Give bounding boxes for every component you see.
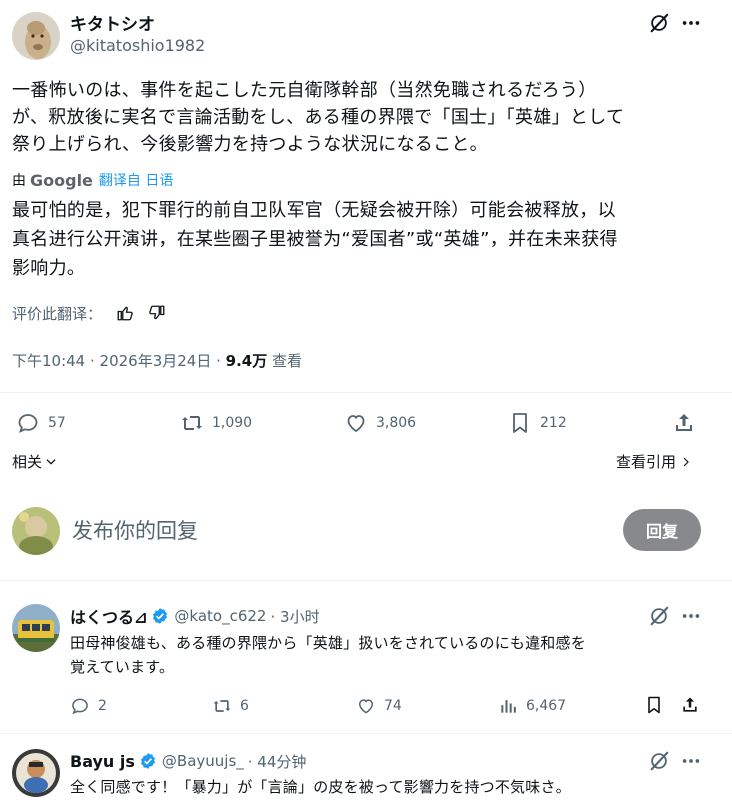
reply-text: 全く同感です！「暴力」が「言論」の皮を被って影響力を持つ不気味さ。 [70,775,720,799]
translate-from-link[interactable]: 翻译自 日语 [99,170,173,190]
rate-translation-label: 评价此翻译： [12,304,103,323]
related-dropdown[interactable]: 相关 [12,451,58,472]
divider [0,392,732,393]
related-label: 相关 [12,453,43,471]
reply-icon [16,411,40,435]
reply-avatar[interactable] [12,604,60,652]
verified-badge-icon [151,607,169,625]
grok-icon[interactable] [648,605,670,627]
share-icon[interactable] [680,695,700,715]
reply-compose-input[interactable]: 发布你的回复 [72,515,198,545]
reply-avatar[interactable] [12,749,60,797]
reply-time[interactable]: · 3小时 [270,606,319,627]
reply-icon [70,696,90,716]
my-avatar[interactable] [12,507,60,555]
reply-header: はくつる⊿ @kato_c622 · 3小时 [70,605,320,627]
more-options-icon[interactable] [680,750,702,772]
reply-like-action[interactable]: 74 [356,695,402,717]
retweet-action[interactable]: 1,090 [180,411,252,435]
grok-icon[interactable] [648,750,670,772]
retweet-count: 6 [240,698,249,714]
reply-header: Bayu js @Bayuujs_ · 44分钟 [70,750,306,772]
rate-translation: 评价此翻译： [12,302,166,324]
chevron-right-icon [680,455,692,469]
bookmark-icon[interactable] [644,695,664,715]
more-options-icon[interactable] [680,12,702,34]
author-handle[interactable]: @kitatoshio1982 [70,36,205,55]
retweet-icon [212,696,232,716]
reply-button[interactable]: 回复 [623,509,701,551]
translated-text-line: 真名进行公开演讲，在某些圈子里被誉为“爱国者”或“英雄”，并在未来获得 [12,229,618,250]
heart-icon [344,411,368,435]
heart-icon [356,696,376,716]
reply-text-line: 全く同感です！「暴力」が「言論」の皮を被って影響力を持つ不気味さ。 [70,778,571,796]
reply-count: 2 [98,698,107,714]
reply-time[interactable]: · 44分钟 [248,751,307,772]
bookmark-count: 212 [540,415,567,431]
views-count: 9.4万 [225,352,268,370]
thumbs-up-icon[interactable] [116,304,134,322]
share-icon[interactable] [672,411,696,435]
reply-author-handle[interactable]: @kato_c622 [174,607,266,625]
divider [0,733,732,734]
post-text-line: 一番怖いのは、事件を起こした元自衛隊幹部（当然免職されるだろう） [12,80,597,101]
reply-retweet-action[interactable]: 6 [212,695,249,717]
views-label: 查看 [267,352,303,370]
like-count: 3,806 [376,415,417,431]
view-quotes-link[interactable]: 查看引用 [616,451,692,472]
post-text-line: 祭り上げられ、今後影響力を持つような状況になること。 [12,134,488,155]
divider [0,580,732,581]
translation-attribution: 由 Google 翻译自 日语 [12,170,173,190]
retweet-count: 1,090 [212,415,253,431]
reply-reply-action[interactable]: 2 [70,695,107,717]
author-name[interactable]: キタトシオ [70,10,155,35]
bookmark-action[interactable]: 212 [508,411,567,435]
reply-author-handle[interactable]: @Bayuujs_ [162,752,244,770]
retweet-icon [180,411,204,435]
author-avatar[interactable] [12,12,60,60]
reply-action[interactable]: 57 [16,411,66,435]
thumbs-down-icon[interactable] [148,304,166,322]
reply-author-name[interactable]: Bayu js [70,752,135,771]
post-text-line: が、釈放後に実名で言論活動をし、ある種の界隈で「国士」「英雄」として [12,107,625,128]
translated-text: 最可怕的是，犯下罪行的前自卫队军官（无疑会被开除）可能会被释放，以 真名进行公开… [12,196,722,283]
verified-badge-icon [139,752,157,770]
like-count: 74 [384,698,402,714]
reply-text-line: 田母神俊雄も、ある種の界隈から「英雄」扱いをされているのにも違和感を [70,634,586,652]
more-options-icon[interactable] [680,605,702,627]
view-quotes-label: 查看引用 [616,453,677,471]
reply-count: 57 [48,415,66,431]
post-text: 一番怖いのは、事件を起こした元自衛隊幹部（当然免職されるだろう） が、釈放後に実… [12,77,722,158]
post-time[interactable]: 下午10:44 · 2026年3月24日 · [12,352,226,370]
views-count: 6,467 [526,698,567,714]
bookmark-icon [508,411,532,435]
grok-icon[interactable] [648,12,670,34]
translated-text-line: 影响力。 [12,258,86,279]
like-action[interactable]: 3,806 [344,411,416,435]
analytics-icon [498,696,518,716]
google-logo: Google [30,170,93,190]
chevron-down-icon [44,455,58,469]
reply-text: 田母神俊雄も、ある種の界隈から「英雄」扱いをされているのにも違和感を 覚えていま… [70,631,710,679]
reply-views-action[interactable]: 6,467 [498,695,566,717]
post-timestamp: 下午10:44 · 2026年3月24日 · 9.4万 查看 [12,350,302,371]
translate-by-label: 由 [12,173,26,189]
reply-author-name[interactable]: はくつる⊿ [70,604,147,628]
translated-text-line: 最可怕的是，犯下罪行的前自卫队军官（无疑会被开除）可能会被释放，以 [12,200,616,221]
reply-text-line: 覚えています。 [70,658,175,676]
